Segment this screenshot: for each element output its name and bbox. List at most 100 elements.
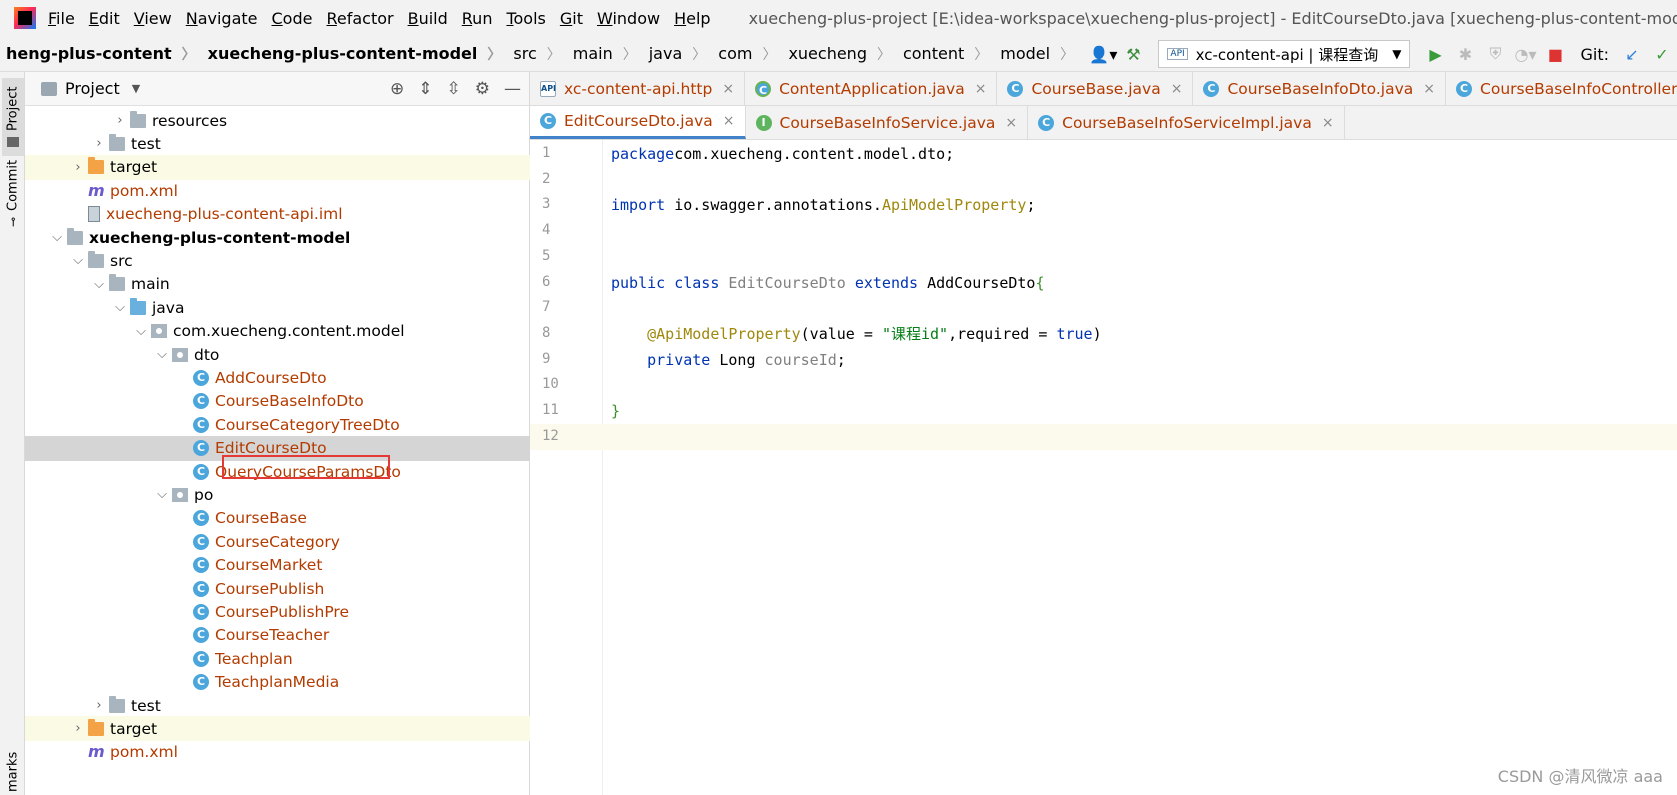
tree-item[interactable]: › target: [25, 716, 530, 742]
breadcrumb-item[interactable]: xuecheng 〉: [782, 44, 897, 64]
tree-item[interactable]: C CoursePublish: [25, 576, 530, 601]
tree-item[interactable]: ⌵ java: [25, 295, 530, 320]
code-line[interactable]: [603, 167, 1677, 193]
editor-tab[interactable]: C CourseBaseInfoServiceImpl.java ×: [1028, 106, 1345, 139]
bookmarks-tool-tab[interactable]: marks: [2, 752, 24, 792]
breadcrumb-item[interactable]: src 〉: [507, 44, 566, 64]
tree-item[interactable]: C EditCourseDto: [25, 435, 530, 461]
menu-code[interactable]: Code: [272, 9, 313, 28]
code-line[interactable]: [603, 372, 1677, 398]
code-line[interactable]: public class EditCourseDto extends AddCo…: [603, 270, 1677, 296]
tree-item[interactable]: ⌵ com.xuecheng.content.model: [25, 319, 530, 344]
code-line[interactable]: [603, 218, 1677, 244]
tree-item[interactable]: ⌵ main: [25, 272, 530, 297]
tree-item[interactable]: C Teachplan: [25, 646, 530, 671]
code-line[interactable]: @ApiModelProperty(value = "课程id",require…: [603, 321, 1677, 347]
collapse-all-icon[interactable]: ⇳: [447, 79, 461, 99]
menu-git[interactable]: Git: [560, 9, 583, 28]
project-tool-tab[interactable]: Project: [2, 78, 24, 156]
tree-item[interactable]: C TeachplanMedia: [25, 670, 530, 695]
chevron-down-icon[interactable]: ⌵: [47, 230, 67, 245]
editor-tab[interactable]: I CourseBaseInfoService.java ×: [746, 106, 1029, 139]
code-editor[interactable]: packagecom.xuecheng.content.model.dto; im…: [603, 140, 1677, 795]
git-update-icon[interactable]: ↙: [1617, 45, 1647, 64]
breadcrumb-item[interactable]: content 〉: [897, 44, 994, 64]
tree-item[interactable]: xuecheng-plus-content-api.iml: [25, 202, 530, 227]
expand-all-icon[interactable]: ⇕: [418, 79, 432, 99]
chevron-down-icon[interactable]: ▼: [132, 82, 140, 95]
chevron-right-icon[interactable]: ›: [68, 721, 88, 736]
code-line[interactable]: import io.swagger.annotations.ApiModelPr…: [603, 192, 1677, 218]
chevron-down-icon[interactable]: ⌵: [89, 277, 109, 292]
breadcrumb-item[interactable]: com 〉: [712, 44, 782, 64]
chevron-down-icon[interactable]: ⌵: [152, 487, 172, 502]
menu-help[interactable]: Help: [674, 9, 710, 28]
chevron-right-icon[interactable]: ›: [89, 136, 109, 151]
tree-item[interactable]: › target: [25, 154, 530, 180]
minimize-icon[interactable]: —: [504, 79, 521, 99]
tree-item[interactable]: › test: [25, 693, 530, 718]
close-icon[interactable]: ×: [1322, 115, 1334, 131]
chevron-down-icon[interactable]: ⌵: [131, 324, 151, 339]
gear-icon[interactable]: ⚙: [475, 79, 490, 99]
code-line[interactable]: }: [603, 398, 1677, 424]
code-line[interactable]: [603, 295, 1677, 321]
project-panel-title[interactable]: Project: [65, 79, 120, 98]
tree-item[interactable]: C CourseTeacher: [25, 623, 530, 648]
profile-icon[interactable]: ◔▾: [1510, 45, 1540, 64]
tree-item[interactable]: ⌵ xuecheng-plus-content-model: [25, 225, 530, 250]
coverage-icon[interactable]: ⛨: [1480, 44, 1510, 64]
user-icon[interactable]: 👤▾: [1088, 45, 1118, 64]
tree-item[interactable]: C CourseCategory: [25, 529, 530, 554]
menu-view[interactable]: View: [134, 9, 172, 28]
tree-item[interactable]: C QueryCourseParamsDto: [25, 459, 530, 484]
chevron-down-icon[interactable]: ⌵: [68, 253, 88, 268]
close-icon[interactable]: ×: [723, 113, 735, 129]
editor-tab[interactable]: C CourseBaseInfoDto.java ×: [1193, 72, 1447, 105]
chevron-down-icon[interactable]: ⌵: [110, 300, 130, 315]
chevron-down-icon[interactable]: ⌵: [152, 347, 172, 362]
close-icon[interactable]: ×: [1171, 81, 1183, 97]
menu-file[interactable]: File: [48, 9, 75, 28]
breadcrumb-item[interactable]: model 〉: [994, 44, 1080, 64]
tree-item[interactable]: C CoursePublishPre: [25, 599, 530, 624]
breadcrumb-item[interactable]: java 〉: [643, 44, 713, 64]
breadcrumb-item[interactable]: xuecheng-plus-content-model 〉: [202, 44, 508, 64]
menu-tools[interactable]: Tools: [506, 9, 545, 28]
stop-icon[interactable]: ■: [1540, 45, 1570, 64]
commit-tool-tab[interactable]: ⊸ Commit: [2, 158, 24, 228]
close-icon[interactable]: ×: [722, 81, 734, 97]
breadcrumb-item[interactable]: heng-plus-content 〉: [0, 44, 202, 64]
tree-item[interactable]: › test: [25, 131, 530, 156]
tree-item[interactable]: C CourseBaseInfoDto: [25, 389, 530, 414]
tree-item[interactable]: C CourseMarket: [25, 553, 530, 578]
tree-item[interactable]: C CourseCategoryTreeDto: [25, 412, 530, 437]
chevron-right-icon[interactable]: ›: [68, 160, 88, 175]
chevron-right-icon[interactable]: ›: [89, 698, 109, 713]
editor-tab[interactable]: API xc-content-api.http ×: [530, 72, 746, 105]
close-icon[interactable]: ×: [1005, 115, 1017, 131]
tree-item[interactable]: › resources: [25, 108, 530, 133]
breadcrumb-item[interactable]: main 〉: [567, 44, 643, 64]
build-hammer-icon[interactable]: ⚒: [1118, 45, 1148, 64]
git-commit-icon[interactable]: ✓: [1647, 45, 1677, 64]
menu-navigate[interactable]: Navigate: [186, 9, 258, 28]
editor-tab[interactable]: C ContentApplication.java ×: [745, 72, 998, 105]
tree-item[interactable]: m pom.xml: [25, 740, 530, 765]
locate-icon[interactable]: ⊕: [390, 79, 404, 99]
editor-tab[interactable]: C CourseBase.java ×: [997, 72, 1194, 105]
tree-item[interactable]: m pom.xml: [25, 178, 530, 203]
editor-tab[interactable]: C EditCourseDto.java ×: [530, 106, 746, 139]
code-line[interactable]: [603, 423, 1677, 450]
tree-item[interactable]: C CourseBase: [25, 506, 530, 531]
editor-tab[interactable]: CCourseBaseInfoController.java×: [1446, 72, 1677, 105]
debug-icon[interactable]: ✱: [1450, 45, 1480, 64]
menu-build[interactable]: Build: [408, 9, 448, 28]
code-line[interactable]: packagecom.xuecheng.content.model.dto;: [603, 141, 1677, 167]
code-line[interactable]: [603, 244, 1677, 270]
tree-item[interactable]: ⌵ dto: [25, 342, 530, 367]
close-icon[interactable]: ×: [1423, 81, 1435, 97]
tree-item[interactable]: ⌵ src: [25, 248, 530, 273]
menu-refactor[interactable]: Refactor: [326, 9, 393, 28]
tree-item[interactable]: C AddCourseDto: [25, 365, 530, 390]
